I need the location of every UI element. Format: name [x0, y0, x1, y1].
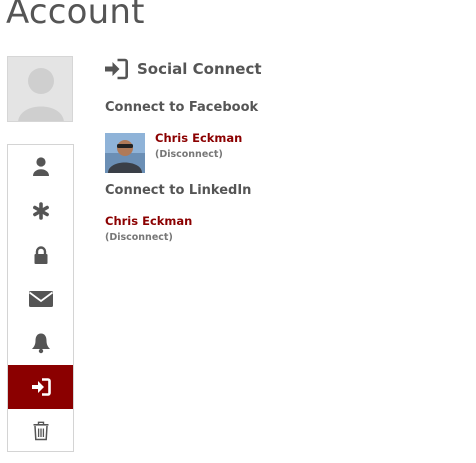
linkedin-heading: Connect to LinkedIn	[105, 183, 252, 198]
trash-icon	[33, 421, 48, 441]
facebook-account-name[interactable]: Chris Eckman	[155, 131, 242, 145]
bell-icon	[31, 333, 50, 354]
profile-photo-icon	[105, 133, 145, 173]
avatar[interactable]	[7, 56, 73, 122]
paren-close: )	[218, 149, 223, 160]
lock-icon	[34, 245, 47, 264]
facebook-disconnect-link[interactable]: Disconnect	[159, 149, 218, 160]
sidebar-item-password[interactable]	[8, 189, 73, 233]
envelope-icon	[28, 291, 53, 307]
section-title: Social Connect	[137, 60, 262, 78]
sidebar-item-social-connect[interactable]	[8, 365, 73, 409]
sidebar-item-notifications[interactable]	[8, 321, 73, 365]
section-header: Social Connect	[104, 58, 262, 80]
facebook-profile-photo	[105, 133, 145, 173]
sidebar-item-delete-account[interactable]	[8, 409, 73, 453]
sign-in-icon	[31, 378, 51, 396]
user-icon	[32, 157, 49, 176]
paren-close: )	[168, 232, 173, 243]
facebook-heading: Connect to Facebook	[105, 100, 259, 115]
facebook-disconnect: (Disconnect)	[155, 149, 223, 160]
sidebar-item-privacy[interactable]	[8, 233, 73, 277]
sidebar-item-email[interactable]	[8, 277, 73, 321]
page-title: Account	[6, 0, 145, 32]
account-sidebar	[7, 144, 74, 452]
sidebar-item-profile[interactable]	[8, 145, 73, 189]
linkedin-account-name[interactable]: Chris Eckman	[105, 214, 192, 228]
linkedin-disconnect: (Disconnect)	[105, 232, 173, 243]
asterisk-icon	[32, 202, 49, 220]
default-avatar-icon	[18, 68, 64, 121]
linkedin-disconnect-link[interactable]: Disconnect	[109, 232, 168, 243]
sign-in-icon	[105, 58, 128, 80]
